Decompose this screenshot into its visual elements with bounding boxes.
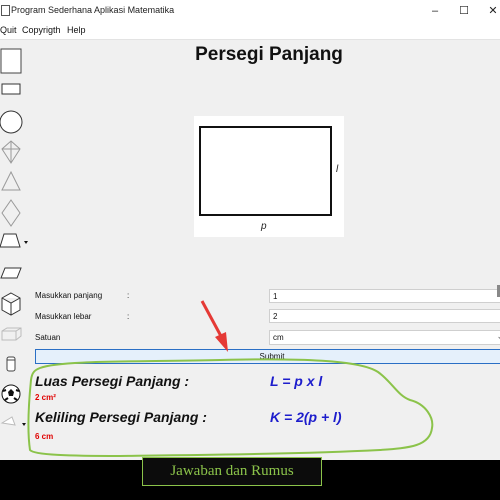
square-icon[interactable]: [0, 47, 24, 75]
close-button[interactable]: ✕: [478, 0, 500, 22]
kite-icon[interactable]: [0, 140, 24, 164]
width-colon: :: [127, 312, 130, 321]
width-label-l: l: [336, 164, 339, 175]
sphere-icon[interactable]: [0, 383, 24, 405]
main-panel: Persegi Panjang l p Masukkan panjang : M…: [30, 41, 500, 460]
maximize-button[interactable]: ☐: [449, 0, 479, 22]
length-colon: :: [127, 291, 130, 300]
cone-icon[interactable]: [0, 413, 26, 431]
caption-answer-formula: Jawaban dan Rumus: [142, 457, 322, 486]
minimize-button[interactable]: –: [420, 0, 450, 22]
unit-selected-value: cm: [273, 333, 284, 342]
perimeter-value: 6 cm: [35, 432, 54, 441]
area-formula: L = p x l: [270, 373, 323, 389]
app-icon: [1, 5, 10, 16]
rhombus-icon[interactable]: [0, 199, 24, 227]
menu-help[interactable]: Help: [67, 25, 86, 35]
width-field-label: Masukkan lebar: [35, 312, 92, 321]
rectangle-icon[interactable]: [0, 81, 24, 97]
page-title: Persegi Panjang: [195, 44, 343, 65]
app-window: Program Sederhana Aplikasi Matematika – …: [0, 0, 500, 460]
parallelogram-icon[interactable]: [0, 266, 24, 280]
unit-field-label: Satuan: [35, 333, 61, 342]
menu-quit[interactable]: Quit: [0, 25, 17, 35]
cylinder-icon[interactable]: [0, 355, 24, 373]
area-value: 2 cm²: [35, 393, 56, 402]
menu-copyright[interactable]: Copyrigth: [22, 25, 61, 35]
chevron-down-icon: ⌄: [496, 331, 500, 342]
window-title: Program Sederhana Aplikasi Matematika: [11, 5, 175, 15]
length-field-label: Masukkan panjang: [35, 291, 103, 300]
unit-select[interactable]: cm ⌄: [269, 330, 500, 345]
submit-button[interactable]: Submit: [35, 349, 500, 364]
width-input[interactable]: [269, 309, 500, 323]
rectangle-figure: [194, 116, 344, 237]
shape-toolbar: [0, 41, 30, 460]
cuboid-icon[interactable]: [0, 326, 24, 342]
length-input[interactable]: [269, 289, 500, 303]
circle-icon[interactable]: [0, 109, 24, 135]
rectangle-shape: [199, 126, 332, 216]
menu-bar: Quit Copyrigth Help: [0, 22, 500, 40]
perimeter-title: Keliling Persegi Panjang :: [35, 409, 207, 425]
area-title: Luas Persegi Panjang :: [35, 373, 190, 389]
trapezoid-icon[interactable]: [0, 231, 28, 249]
title-bar: Program Sederhana Aplikasi Matematika – …: [0, 0, 500, 22]
triangle-icon[interactable]: [0, 170, 24, 192]
length-label-p: p: [261, 221, 267, 232]
perimeter-formula: K = 2(p + l): [270, 409, 342, 425]
cube-icon[interactable]: [0, 291, 24, 317]
